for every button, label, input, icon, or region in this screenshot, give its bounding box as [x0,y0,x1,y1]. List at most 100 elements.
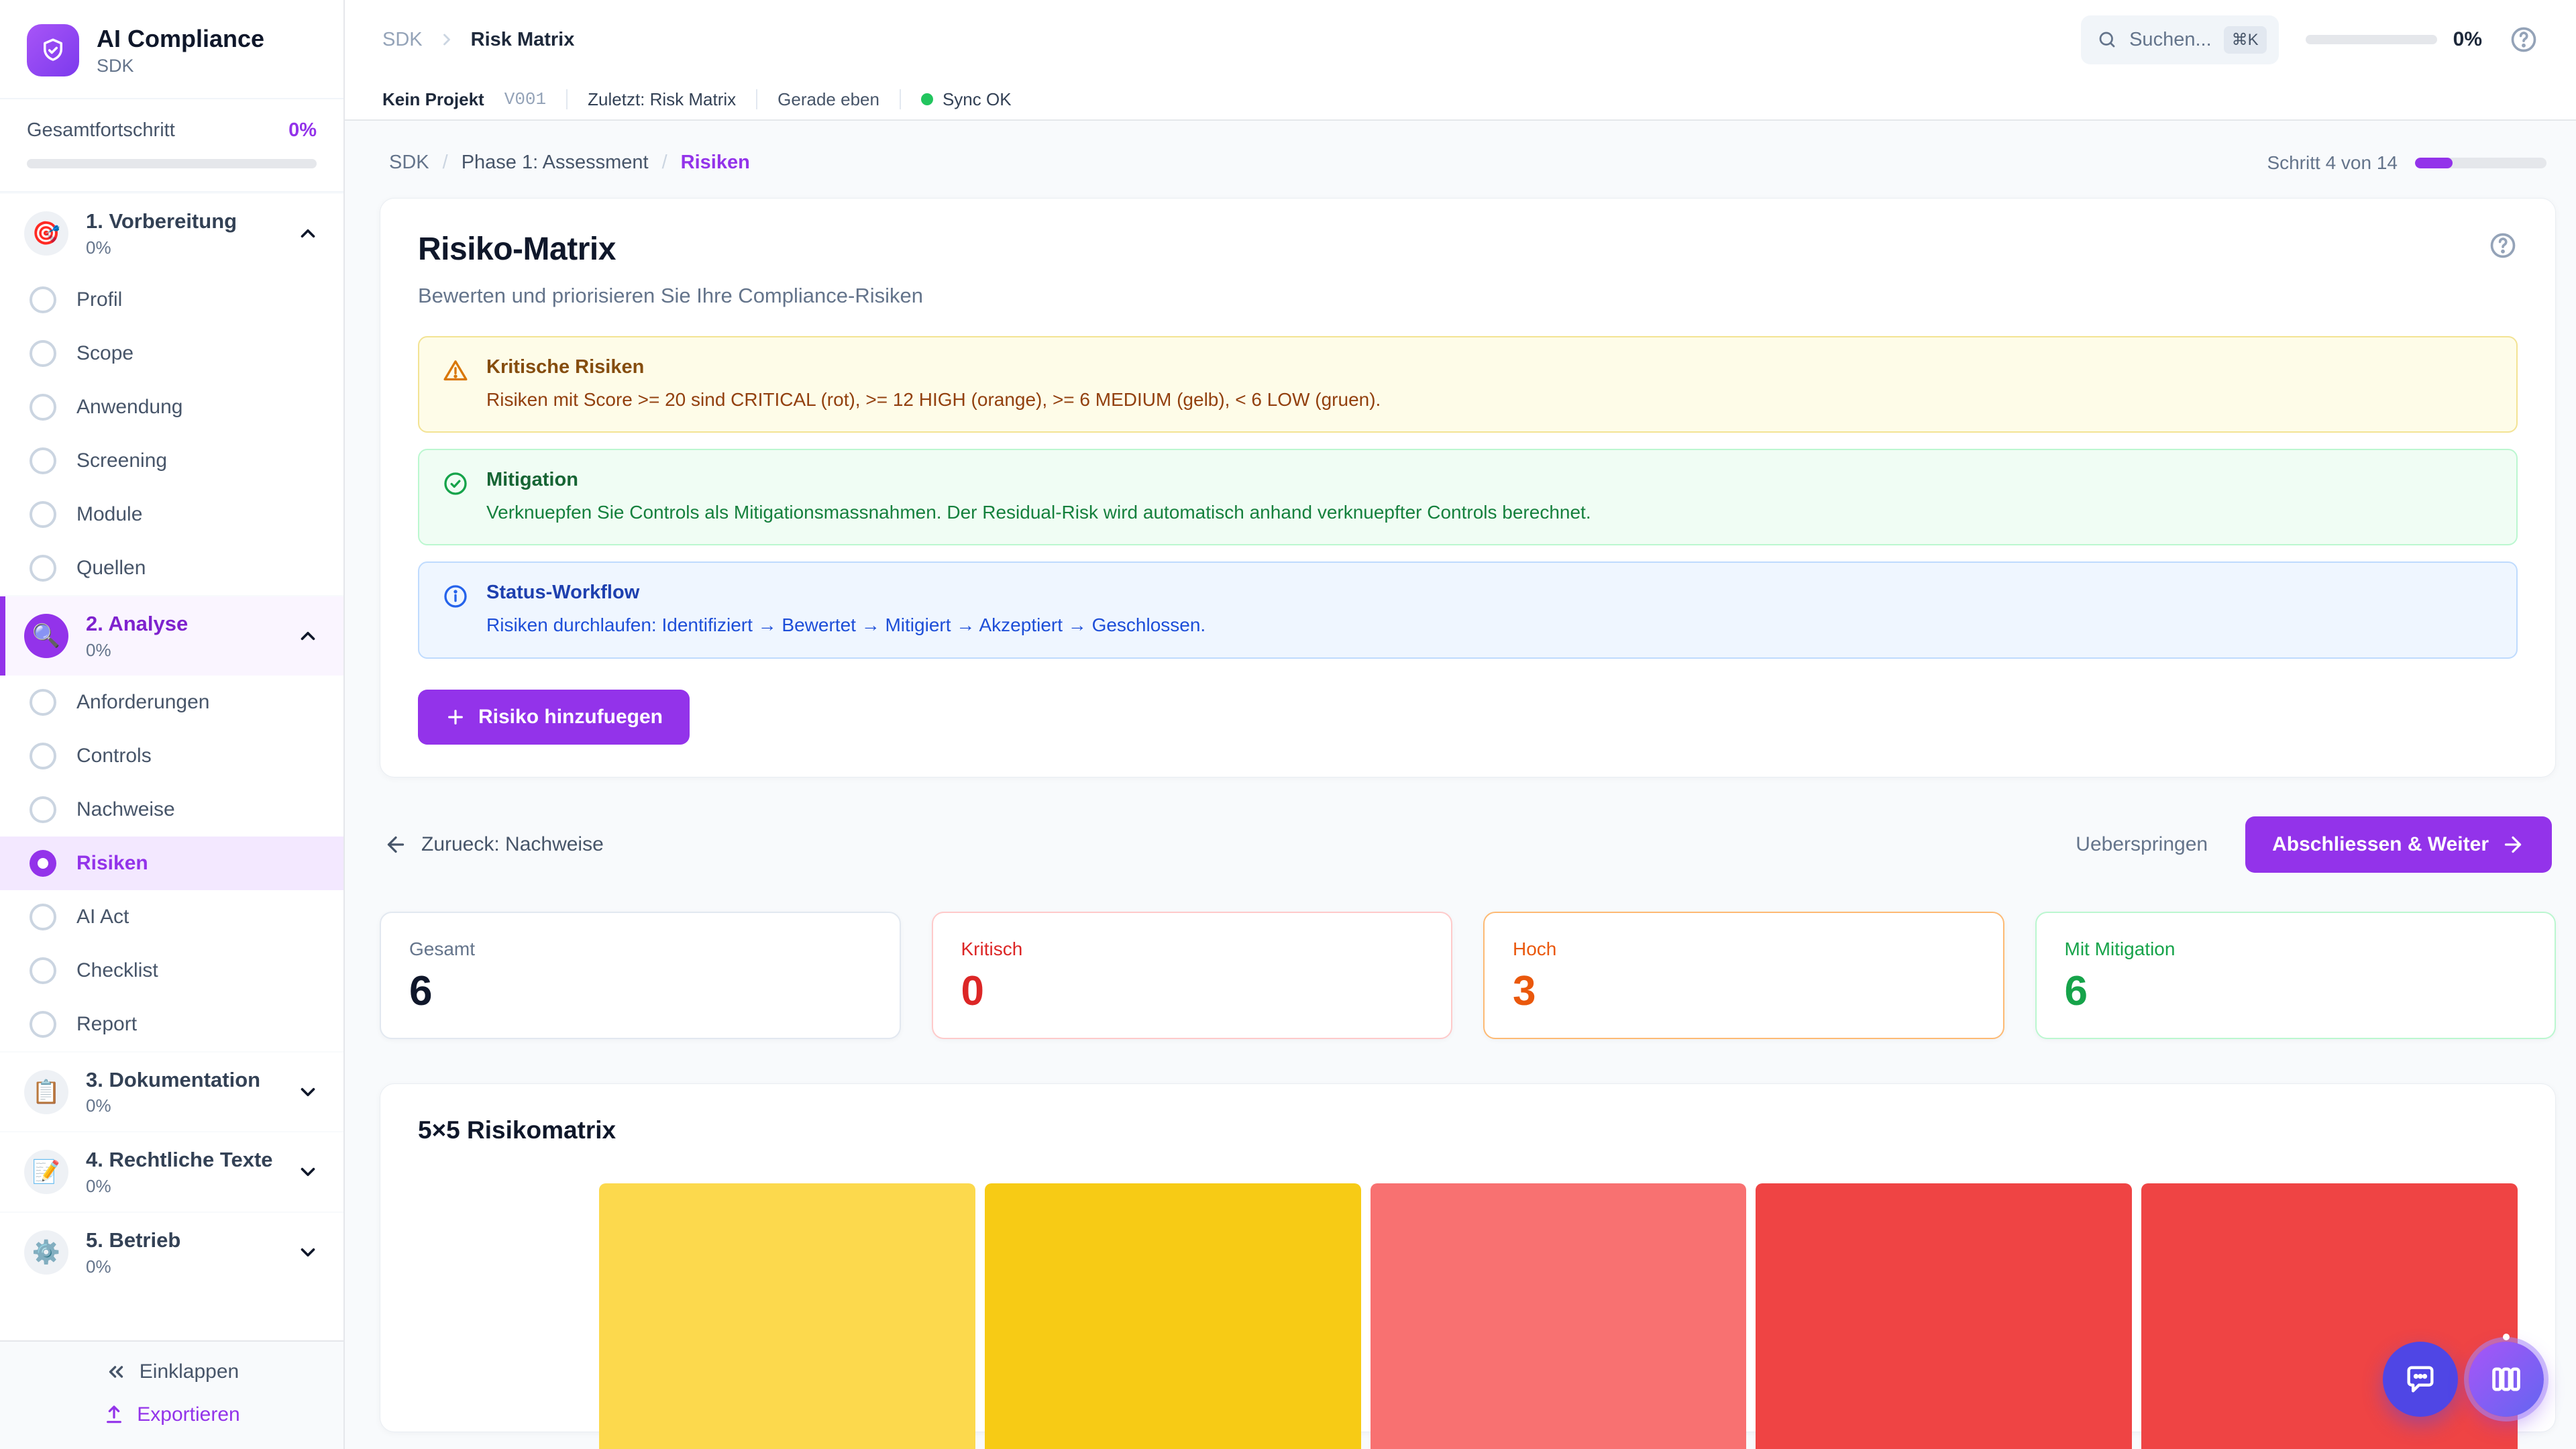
callout-title: Status-Workflow [486,582,1205,604]
sidebar-item-checklist[interactable]: Checklist [0,944,343,998]
info-circle-icon [442,583,469,610]
header-progress-bar [2306,35,2437,44]
radio-circle-icon [30,904,56,930]
section-title: 2. Analyse [86,611,279,637]
page-title: Risiko-Matrix [418,231,616,268]
matrix-label-column [418,1183,590,1449]
stat-card-hoch: Hoch 3 [1483,912,2004,1039]
stat-value: 6 [2065,971,2527,1012]
wizard-navigation: Zurueck: Nachweise Ueberspringen Abschli… [380,816,2556,873]
matrix-cell-3[interactable] [1371,1183,1747,1449]
matrix-cell-1[interactable] [599,1183,975,1449]
chevron-down-icon [297,1161,319,1183]
risk-matrix-grid-card: 5×5 Risikomatrix [380,1083,2556,1432]
chat-assistant-button[interactable] [2383,1342,2458,1417]
clipboard-icon: 📋 [24,1070,68,1114]
chevron-right-icon [437,30,456,49]
section-progress: 0% [86,237,279,258]
sidebar-item-risiken[interactable]: Risiken [0,837,343,890]
main-area: SDK Risk Matrix Suchen... ⌘K 0% Kein Pro… [345,0,2576,1449]
chevron-down-icon [297,1081,319,1104]
radio-circle-icon [30,689,56,716]
card-help-icon[interactable] [2488,231,2518,260]
chat-bubble-icon [2403,1362,2438,1397]
matrix-cell-4[interactable] [1756,1183,2132,1449]
last-step-label: Zuletzt: Risk Matrix [588,89,736,110]
sync-status: Sync OK [921,89,1012,110]
sidebar-section-analyse[interactable]: 🔍 2. Analyse 0% [0,595,343,676]
arrow-left-icon [384,833,408,857]
page-subtitle: Bewerten und priorisieren Sie Ihre Compl… [418,284,2518,308]
chevrons-left-icon [105,1360,127,1383]
sync-ok-dot [921,93,933,105]
sidebar-item-controls[interactable]: Controls [0,729,343,783]
crumb-sdk[interactable]: SDK [389,152,429,174]
sidebar-item-nachweise[interactable]: Nachweise [0,783,343,837]
page-breadcrumb: SDK / Phase 1: Assessment / Risiken [389,152,750,174]
stat-card-mit-mitigation: Mit Mitigation 6 [2035,912,2557,1039]
breadcrumb-current: Risk Matrix [471,29,575,51]
step-progress-bar [2415,158,2546,168]
help-icon[interactable] [2509,25,2538,54]
section-title: 1. Vorbereitung [86,209,279,235]
overall-progress-bar [27,159,317,168]
add-risk-button[interactable]: Risiko hinzufuegen [418,690,690,745]
top-bar: SDK Risk Matrix Suchen... ⌘K 0% [345,0,2576,79]
sidebar-item-quellen[interactable]: Quellen [0,541,343,595]
app-title: AI Compliance [97,24,264,53]
crumb-phase[interactable]: Phase 1: Assessment [462,152,649,174]
section-progress: 0% [86,1176,279,1197]
callout-status-workflow: Status-Workflow Risiken durchlaufen: Ide… [418,561,2518,658]
complete-next-button[interactable]: Abschliessen & Weiter [2245,816,2552,873]
callout-critical-risks: Kritische Risiken Risiken mit Score >= 2… [418,336,2518,433]
upload-icon [103,1404,125,1426]
sidebar-footer: Einklappen Exportieren [0,1340,343,1449]
sidebar-item-scope[interactable]: Scope [0,327,343,380]
radio-circle-icon [30,555,56,582]
section-progress: 0% [86,1095,279,1116]
sidebar-header: AI Compliance SDK [0,0,343,99]
sidebar-item-anforderungen[interactable]: Anforderungen [0,676,343,729]
stat-label: Gesamt [409,938,871,960]
overall-progress: Gesamtfortschritt 0% [0,99,343,193]
sidebar-section-rechtliche-texte[interactable]: 📝 4. Rechtliche Texte 0% [0,1131,343,1212]
radio-circle-icon [30,743,56,769]
stat-label: Mit Mitigation [2065,938,2527,960]
collapse-sidebar-button[interactable]: Einklappen [105,1360,239,1383]
radio-circle-icon [30,796,56,823]
risk-stats-row: Gesamt 6 Kritisch 0 Hoch 3 Mit Mitigatio… [380,912,2556,1039]
stat-value: 6 [409,971,871,1012]
floating-buttons [2383,1342,2544,1417]
search-input[interactable]: Suchen... ⌘K [2081,15,2279,64]
sidebar-item-profil[interactable]: Profil [0,273,343,327]
sidebar-item-ai-act[interactable]: AI Act [0,890,343,944]
radio-circle-icon [30,447,56,474]
memo-pencil-icon: 📝 [24,1150,68,1194]
sidebar-item-module[interactable]: Module [0,488,343,541]
matrix-cell-2[interactable] [985,1183,1361,1449]
stat-label: Kritisch [961,938,1424,960]
check-circle-icon [442,470,469,497]
sidebar-item-report[interactable]: Report [0,998,343,1051]
sidebar-section-vorbereitung[interactable]: 🎯 1. Vorbereitung 0% [0,193,343,273]
export-button[interactable]: Exportieren [103,1403,239,1426]
shield-check-icon [39,36,67,64]
sidebar-item-screening[interactable]: Screening [0,434,343,488]
matrix-grid [418,1183,2518,1449]
sidebar-item-anwendung[interactable]: Anwendung [0,380,343,434]
stat-value: 0 [961,971,1424,1012]
callout-mitigation: Mitigation Verknuepfen Sie Controls als … [418,449,2518,545]
kanban-board-button[interactable] [2469,1342,2544,1417]
section-progress: 0% [86,1256,279,1277]
skip-button[interactable]: Ueberspringen [2076,833,2208,856]
gear-icon: ⚙️ [24,1230,68,1275]
back-link[interactable]: Zurueck: Nachweise [384,833,604,857]
sidebar-section-dokumentation[interactable]: 📋 3. Dokumentation 0% [0,1051,343,1132]
callout-title: Mitigation [486,469,1591,491]
overall-progress-value: 0% [288,119,317,142]
sidebar-section-betrieb[interactable]: ⚙️ 5. Betrieb 0% [0,1212,343,1292]
breadcrumb-root[interactable]: SDK [382,29,423,51]
plus-icon [445,706,466,728]
step-label: Schritt 4 von 14 [2267,152,2398,174]
search-icon [2097,30,2117,50]
